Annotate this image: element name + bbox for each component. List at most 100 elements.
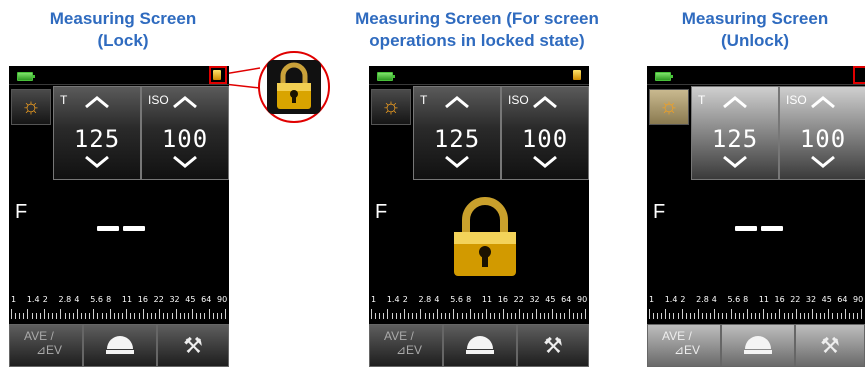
iso-control[interactable]: ISO 100 — [501, 86, 589, 180]
chevron-up-icon[interactable] — [810, 95, 836, 109]
ruler-tick — [473, 313, 475, 319]
chevron-down-icon[interactable] — [722, 155, 748, 169]
shutter-speed-control[interactable]: T 125 — [691, 86, 779, 180]
fstop-ticks — [371, 308, 587, 319]
ruler-tick — [101, 313, 103, 319]
ruler-tick — [183, 313, 185, 319]
settings-button[interactable]: ⚒ — [517, 324, 589, 367]
aperture-label: F — [15, 201, 28, 223]
ave-ev-button[interactable]: AVE / ⊿EV — [647, 324, 721, 367]
ruler-tick — [803, 313, 805, 319]
chevron-down-icon[interactable] — [84, 155, 110, 169]
chevron-down-icon[interactable] — [810, 155, 836, 169]
fstop-scale-label: 2.8 — [696, 295, 709, 304]
fstop-scale-label: 4 — [74, 295, 80, 304]
ruler-tick — [457, 313, 459, 319]
measuring-mode-button[interactable] — [83, 324, 157, 367]
ruler-tick — [585, 309, 586, 319]
ruler-tick — [775, 313, 777, 319]
ruler-tick — [783, 313, 785, 319]
ruler-tick — [702, 313, 703, 319]
ruler-tick — [816, 313, 818, 319]
ambient-mode-button[interactable]: ☼ — [371, 89, 411, 125]
shutter-label: T — [60, 93, 68, 107]
fstop-scale: 1 1.4 2 2.8 4 5.6 8 11 16 22 32 45 64 90 — [11, 295, 229, 307]
ruler-tick — [416, 313, 418, 319]
ruler-tick — [734, 313, 736, 319]
chevron-down-icon[interactable] — [444, 155, 470, 169]
measuring-mode-button[interactable] — [721, 324, 795, 367]
ave-label: AVE / — [24, 329, 54, 343]
fstop-scale-label: 45 — [185, 295, 196, 304]
aperture-label: F — [653, 201, 666, 223]
fstop-scale-label: 8 — [106, 295, 112, 304]
caption-lock-line1: Measuring Screen — [49, 9, 197, 28]
ruler-tick — [490, 313, 492, 319]
ave-ev-button[interactable]: AVE / ⊿EV — [9, 324, 83, 367]
ruler-tick — [436, 309, 438, 319]
ruler-tick — [564, 313, 566, 319]
ruler-tick — [523, 313, 525, 319]
ruler-tick — [445, 313, 447, 319]
ruler-tick — [848, 313, 850, 319]
aperture-label: F — [375, 201, 388, 223]
ruler-tick — [19, 313, 21, 319]
aperture-readout — [97, 226, 147, 232]
ruler-tick — [449, 313, 451, 319]
ruler-tick — [208, 309, 210, 319]
ruler-tick — [861, 309, 862, 319]
ruler-tick — [109, 309, 111, 319]
ruler-tick — [515, 313, 517, 319]
ruler-tick — [432, 313, 434, 319]
chevron-up-icon[interactable] — [444, 95, 470, 109]
ruler-tick — [469, 309, 471, 319]
chevron-up-icon[interactable] — [84, 95, 110, 109]
ruler-tick — [697, 309, 699, 319]
ruler-tick — [64, 313, 66, 319]
ruler-tick — [159, 309, 161, 319]
ruler-tick — [726, 313, 728, 319]
ruler-tick — [482, 313, 484, 319]
ruler-tick — [714, 309, 716, 319]
ruler-tick — [568, 309, 570, 319]
fstop-scale-label: 11 — [758, 295, 770, 304]
fstop-scale-label: 1 — [371, 295, 377, 304]
lock-icon[interactable] — [213, 70, 221, 80]
ambient-mode-button[interactable]: ☼ — [11, 89, 51, 125]
ambient-mode-button[interactable]: ☼ — [649, 89, 689, 125]
ruler-tick — [685, 313, 687, 319]
shutter-speed-control[interactable]: T 125 — [53, 86, 141, 180]
lock-overlay-icon — [454, 197, 516, 276]
chevron-down-icon[interactable] — [172, 155, 198, 169]
ruler-tick — [799, 313, 801, 319]
ruler-tick — [808, 313, 809, 319]
iso-control[interactable]: ISO 100 — [141, 86, 229, 180]
chevron-up-icon[interactable] — [722, 95, 748, 109]
settings-button[interactable]: ⚒ — [157, 324, 229, 367]
shutter-speed-control[interactable]: T 125 — [413, 86, 501, 180]
lock-icon[interactable] — [573, 70, 581, 80]
iso-control[interactable]: ISO 100 — [779, 86, 865, 180]
fstop-scale-label: 16 — [137, 295, 148, 304]
settings-button[interactable]: ⚒ — [795, 324, 865, 367]
fstop-scale-label: 11 — [481, 295, 493, 304]
ave-ev-button[interactable]: AVE / ⊿EV — [369, 324, 443, 367]
measuring-mode-button[interactable] — [443, 324, 517, 367]
iso-value: 100 — [521, 125, 569, 153]
ruler-tick — [371, 309, 372, 319]
ruler-tick — [771, 313, 773, 319]
ruler-tick — [673, 313, 675, 319]
chevron-down-icon[interactable] — [532, 155, 558, 169]
ruler-tick — [539, 313, 541, 319]
dome-icon — [107, 336, 133, 349]
fstop-scale-label: 32 — [805, 295, 817, 304]
ruler-tick — [424, 313, 426, 319]
bottom-toolbar: AVE / ⊿EV ⚒ — [647, 324, 865, 367]
ruler-tick — [196, 313, 198, 319]
chevron-up-icon[interactable] — [532, 95, 558, 109]
chevron-up-icon[interactable] — [172, 95, 198, 109]
fstop-scale: 1 1.4 2 2.8 4 5.6 8 11 16 22 32 45 64 90 — [371, 295, 589, 307]
fstop-scale-label: 4 — [434, 295, 440, 304]
ruler-tick — [43, 309, 45, 319]
ruler-tick — [105, 313, 107, 319]
